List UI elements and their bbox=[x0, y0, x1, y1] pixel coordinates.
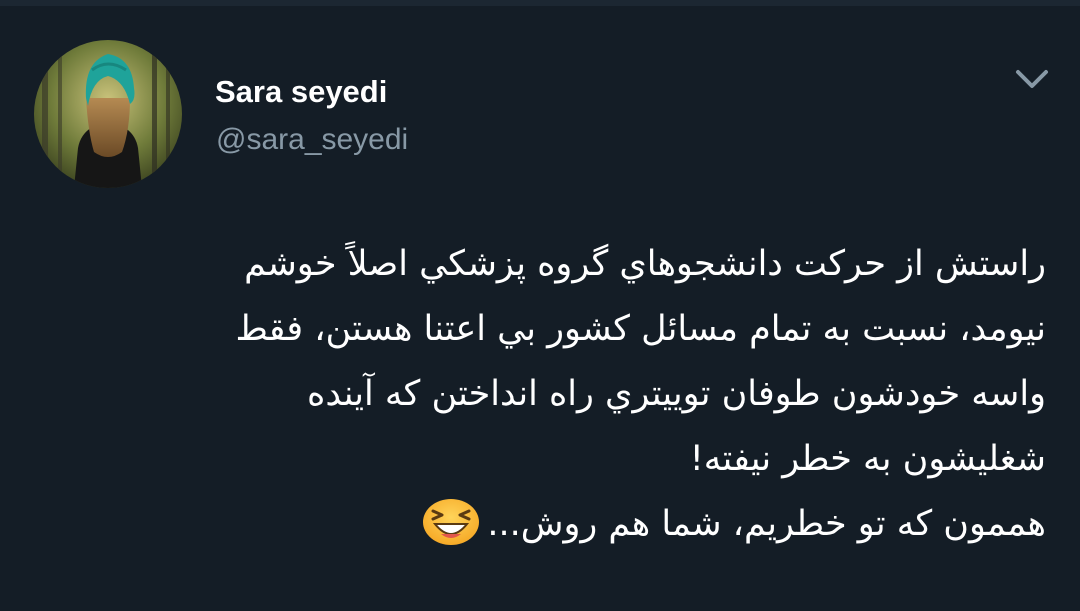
top-divider bbox=[0, 0, 1080, 6]
user-handle[interactable]: @sara_seyedi bbox=[216, 121, 408, 159]
avatar[interactable] bbox=[34, 40, 182, 188]
tweet-line: واسه خودشون طوفان توييتري راه انداختن که… bbox=[307, 374, 1046, 414]
tweet-line: شغليشون به خطر نيفته! bbox=[689, 439, 1046, 479]
tweet-line: هممون که تو خطريم، شما هم روش... bbox=[487, 504, 1046, 544]
tweet-line: راستش از حرکت دانشجوهاي گروه پزشکي اصلاً… bbox=[244, 244, 1046, 284]
tweet-text: راستش از حرکت دانشجوهاي گروه پزشکي اصلاً… bbox=[40, 232, 1046, 557]
chevron-down-icon[interactable] bbox=[1008, 64, 1056, 100]
profile-photo-icon bbox=[34, 40, 182, 188]
display-name[interactable]: Sara seyedi bbox=[215, 72, 387, 112]
tweet-line: نيومد، نسبت به تمام مسائل کشور بي اعتنا … bbox=[235, 309, 1046, 349]
tweet-line-last: هممون که تو خطريم، شما هم روش... bbox=[40, 492, 1046, 557]
laughing-face-emoji-icon bbox=[421, 496, 481, 546]
